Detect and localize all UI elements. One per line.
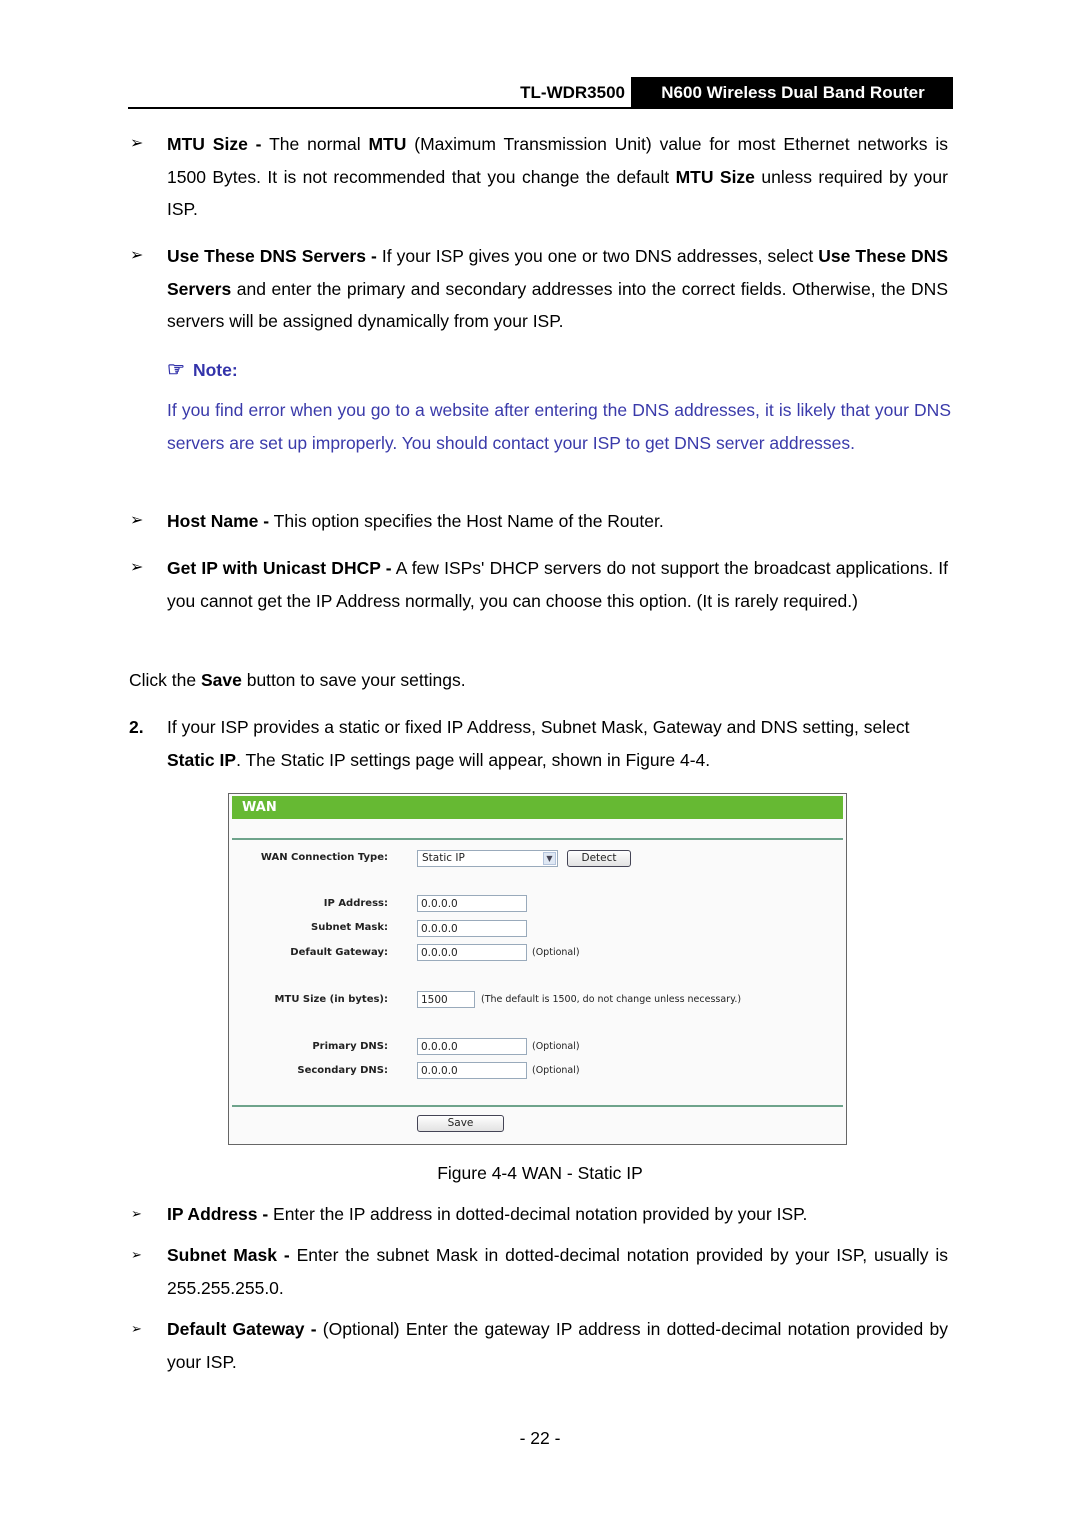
- ip-address-input[interactable]: 0.0.0.0: [417, 895, 527, 912]
- wan-settings-figure: WAN WAN Connection Type: Static IP ▼ Det…: [228, 793, 847, 1145]
- primary-dns-label: Primary DNS:: [312, 1041, 388, 1052]
- mtu-size-input[interactable]: 1500: [417, 991, 475, 1008]
- term: Use These DNS Servers -: [167, 246, 377, 266]
- page-header: TL-WDR3500 N600 Wireless Dual Band Route…: [128, 77, 953, 109]
- divider: [232, 838, 843, 840]
- subnet-mask-input[interactable]: 0.0.0.0: [417, 920, 527, 937]
- save-button[interactable]: Save: [417, 1115, 504, 1132]
- ip-address-label: IP Address:: [323, 898, 388, 909]
- mtu-size-hint: (The default is 1500, do not change unle…: [481, 994, 742, 1005]
- wan-panel-title: WAN: [232, 796, 843, 819]
- bullet-mtu-size: MTU Size - The normal MTU (Maximum Trans…: [167, 134, 948, 220]
- bullet-arrow-icon: ➢: [130, 247, 144, 264]
- mtu-size-label: MTU Size (in bytes):: [274, 994, 388, 1005]
- note-heading: ☞ Note:: [167, 359, 238, 381]
- bullet-arrow-icon: ➢: [130, 512, 144, 529]
- default-gateway-label: Default Gateway:: [290, 947, 388, 958]
- note-body: If you find error when you go to a websi…: [167, 400, 951, 453]
- bullet-default-gateway: Default Gateway - (Optional) Enter the g…: [167, 1319, 948, 1372]
- bullet-use-dns-servers: Use These DNS Servers - If your ISP give…: [167, 246, 948, 332]
- primary-dns-hint: (Optional): [532, 1041, 580, 1052]
- model-name: TL-WDR3500: [520, 83, 625, 102]
- bullet-subnet-mask: Subnet Mask - Enter the subnet Mask in d…: [167, 1245, 948, 1298]
- save-instruction: Click the Save button to save your setti…: [129, 670, 466, 690]
- pointing-hand-icon: ☞: [167, 359, 185, 381]
- wan-connection-type-select[interactable]: Static IP ▼: [417, 850, 558, 867]
- wan-connection-type-label: WAN Connection Type:: [260, 852, 388, 863]
- secondary-dns-label: Secondary DNS:: [297, 1065, 388, 1076]
- secondary-dns-hint: (Optional): [532, 1065, 580, 1076]
- term: MTU Size -: [167, 134, 262, 154]
- chevron-down-icon: ▼: [543, 852, 556, 865]
- subnet-mask-label: Subnet Mask:: [311, 922, 388, 933]
- product-name: N600 Wireless Dual Band Router: [631, 77, 953, 107]
- bullet-arrow-icon: ➢: [131, 1206, 142, 1221]
- divider: [232, 1105, 843, 1107]
- primary-dns-input[interactable]: 0.0.0.0: [417, 1038, 527, 1055]
- bullet-arrow-icon: ➢: [131, 1321, 142, 1336]
- default-gateway-input[interactable]: 0.0.0.0: [417, 944, 527, 961]
- secondary-dns-input[interactable]: 0.0.0.0: [417, 1062, 527, 1079]
- page-number: - 22 -: [519, 1428, 561, 1448]
- bullet-host-name: Host Name - This option specifies the Ho…: [167, 511, 664, 531]
- default-gateway-hint: (Optional): [532, 947, 580, 958]
- step-2-text: If your ISP provides a static or fixed I…: [167, 717, 910, 770]
- bullet-unicast-dhcp: Get IP with Unicast DHCP - A few ISPs' D…: [167, 558, 948, 611]
- detect-button[interactable]: Detect: [567, 850, 631, 867]
- step-number: 2.: [129, 717, 144, 737]
- figure-caption: Figure 4-4 WAN - Static IP: [437, 1163, 643, 1183]
- bullet-arrow-icon: ➢: [130, 135, 144, 152]
- bullet-arrow-icon: ➢: [131, 1247, 142, 1262]
- bullet-ip-address: IP Address - Enter the IP address in dot…: [167, 1204, 808, 1224]
- bullet-arrow-icon: ➢: [130, 559, 144, 576]
